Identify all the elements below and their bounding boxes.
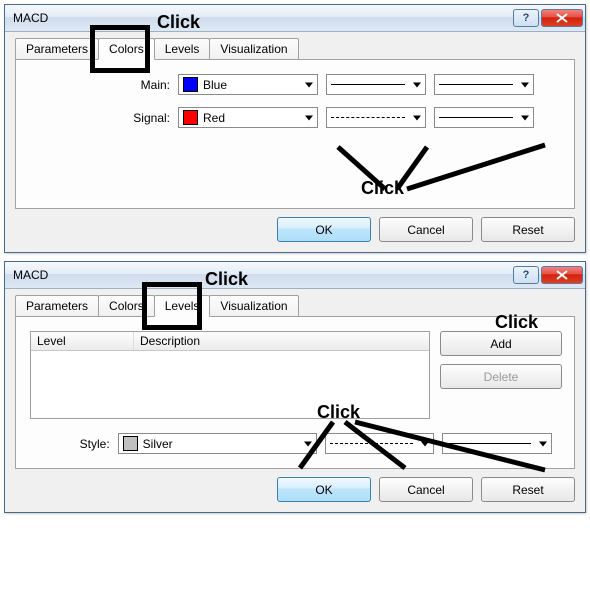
ok-button[interactable]: OK	[277, 217, 371, 242]
close-button[interactable]	[541, 266, 583, 284]
tab-visualization[interactable]: Visualization	[209, 38, 298, 59]
main-label: Main:	[30, 78, 178, 92]
colors-panel: Main: Blue Signal:	[15, 59, 575, 209]
line-width-icon	[439, 84, 513, 85]
tab-parameters[interactable]: Parameters	[15, 295, 99, 316]
tab-parameters[interactable]: Parameters	[15, 38, 99, 59]
help-button[interactable]: ?	[513, 9, 539, 27]
color-swatch-icon	[183, 110, 198, 125]
close-button[interactable]	[541, 9, 583, 27]
column-level[interactable]: Level	[31, 332, 134, 350]
tab-colors[interactable]: Colors	[98, 38, 155, 60]
signal-linestyle-combo[interactable]	[326, 107, 426, 128]
color-swatch-icon	[183, 77, 198, 92]
reset-button[interactable]: Reset	[481, 477, 575, 502]
titlebar[interactable]: MACD ?	[5, 262, 585, 289]
chevron-down-icon	[539, 441, 547, 446]
signal-linewidth-combo[interactable]	[434, 107, 534, 128]
chevron-down-icon	[521, 115, 529, 120]
add-button[interactable]: Add	[440, 331, 562, 356]
list-header: Level Description	[31, 332, 429, 351]
tab-visualization[interactable]: Visualization	[209, 295, 298, 316]
signal-color-combo[interactable]: Red	[178, 107, 318, 128]
signal-color-value: Red	[203, 111, 225, 125]
line-width-icon	[439, 117, 513, 118]
style-linewidth-combo[interactable]	[442, 433, 552, 454]
cancel-button[interactable]: Cancel	[379, 477, 473, 502]
reset-button[interactable]: Reset	[481, 217, 575, 242]
tabstrip: Parameters Colors Levels Visualization	[15, 38, 575, 59]
cancel-button[interactable]: Cancel	[379, 217, 473, 242]
macd-dialog-colors: MACD ? Parameters Colors Levels Visualiz…	[4, 4, 586, 253]
help-button[interactable]: ?	[513, 266, 539, 284]
titlebar[interactable]: MACD ?	[5, 5, 585, 32]
chevron-down-icon	[304, 441, 312, 446]
line-style-icon	[331, 84, 405, 85]
levels-panel: Level Description Add Delete Style: Silv…	[15, 316, 575, 469]
style-label: Style:	[30, 437, 118, 451]
color-swatch-icon	[123, 436, 138, 451]
chevron-down-icon	[521, 82, 529, 87]
column-description[interactable]: Description	[134, 332, 429, 350]
style-color-value: Silver	[143, 437, 173, 451]
style-linestyle-combo[interactable]	[325, 433, 435, 454]
window-title: MACD	[13, 11, 511, 25]
chevron-down-icon	[413, 82, 421, 87]
main-linewidth-combo[interactable]	[434, 74, 534, 95]
line-style-icon	[330, 443, 414, 444]
line-width-icon	[447, 443, 531, 444]
chevron-down-icon	[413, 115, 421, 120]
signal-label: Signal:	[30, 111, 178, 125]
tabstrip: Parameters Colors Levels Visualization	[15, 295, 575, 316]
line-style-icon	[331, 117, 405, 118]
main-color-combo[interactable]: Blue	[178, 74, 318, 95]
macd-dialog-levels: MACD ? Parameters Colors Levels Visualiz…	[4, 261, 586, 513]
main-linestyle-combo[interactable]	[326, 74, 426, 95]
ok-button[interactable]: OK	[277, 477, 371, 502]
chevron-down-icon	[305, 115, 313, 120]
tab-levels[interactable]: Levels	[154, 295, 211, 317]
chevron-down-icon	[305, 82, 313, 87]
levels-list[interactable]: Level Description	[30, 331, 430, 419]
main-color-value: Blue	[203, 78, 227, 92]
tab-levels[interactable]: Levels	[154, 38, 211, 59]
chevron-down-icon	[421, 441, 429, 446]
window-title: MACD	[13, 268, 511, 282]
tab-colors[interactable]: Colors	[98, 295, 155, 316]
delete-button[interactable]: Delete	[440, 364, 562, 389]
style-color-combo[interactable]: Silver	[118, 433, 317, 454]
